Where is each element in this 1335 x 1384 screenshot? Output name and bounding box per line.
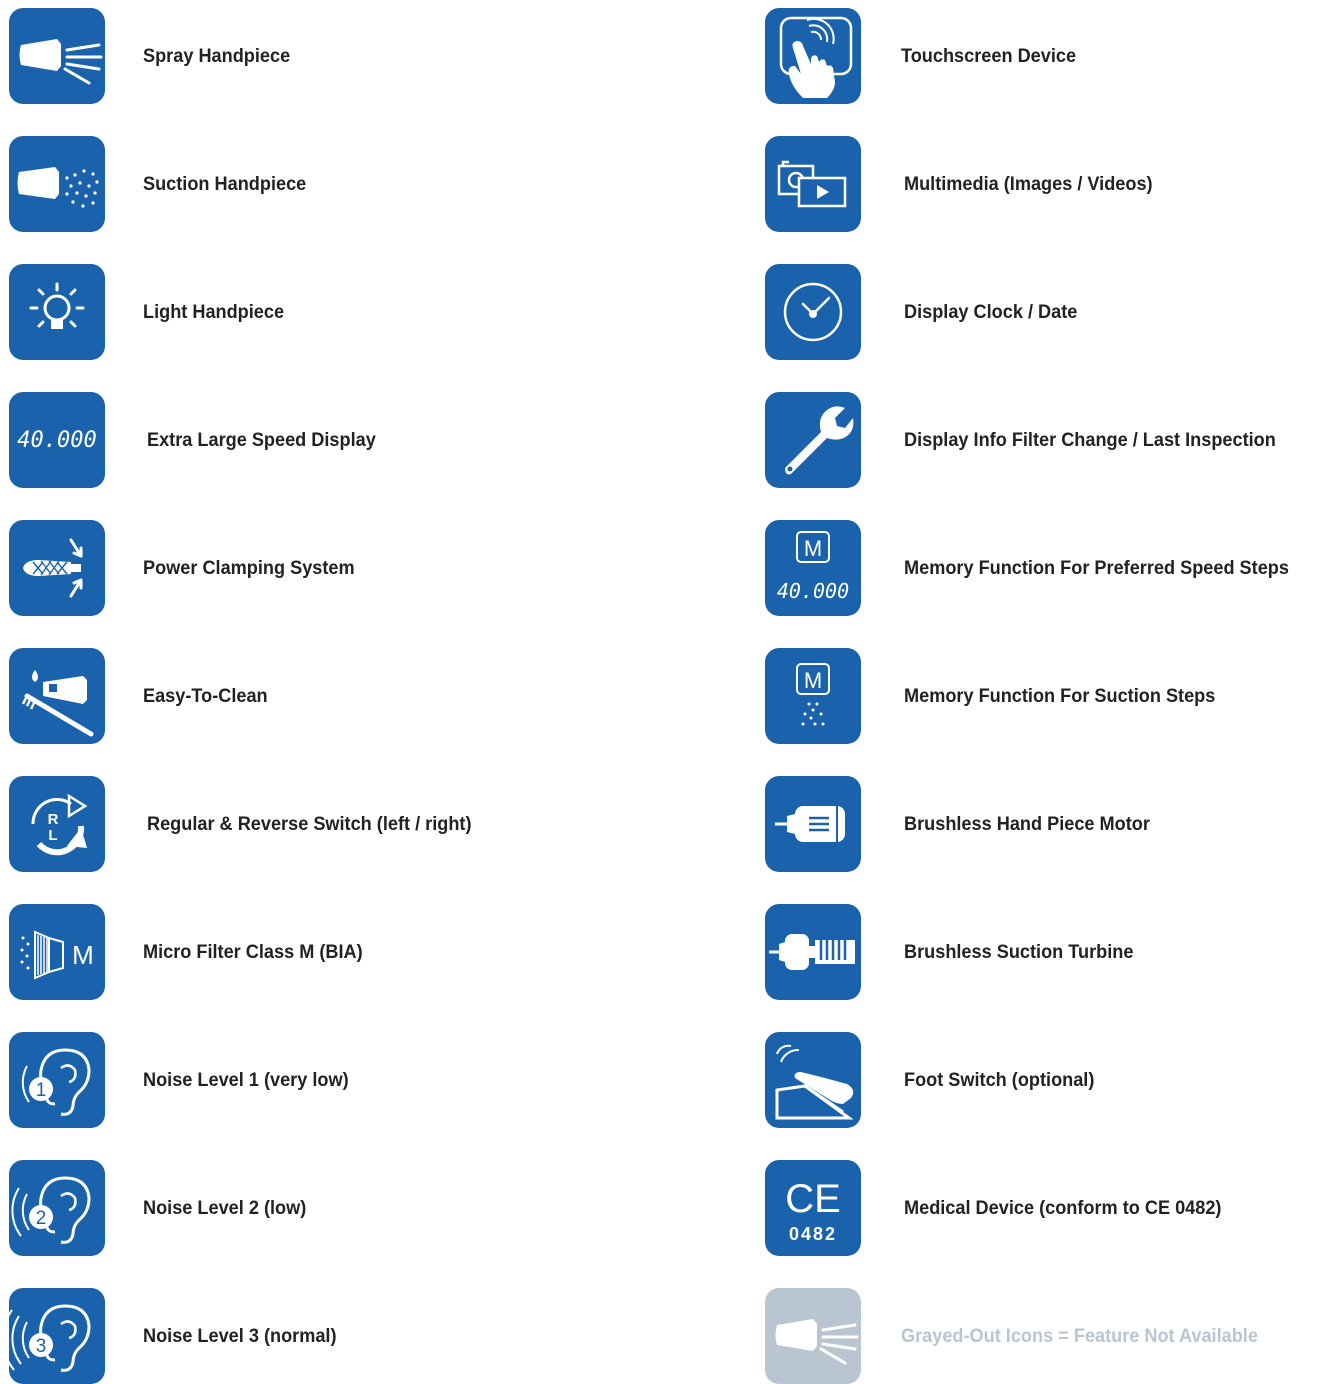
legend-label: Spray Handpiece <box>143 44 291 67</box>
motor-icon <box>765 776 861 872</box>
legend-item-motor: Brushless Hand Piece Motor <box>765 776 1168 872</box>
legend-label: Multimedia (Images / Videos) <box>904 172 1153 195</box>
ce-mark-icon: CE 0482 <box>765 1160 861 1256</box>
ear-icon: 1 <box>9 1032 105 1128</box>
legend-item-reverse-switch: R L Regular & Reverse Switch (left / rig… <box>9 776 496 872</box>
memory-suction-icon: M <box>765 648 861 744</box>
legend-label: Grayed-Out Icons = Feature Not Available <box>901 1324 1258 1347</box>
legend-item-suction-handpiece: Suction Handpiece <box>9 136 319 232</box>
svg-text:40.000: 40.000 <box>777 579 849 603</box>
light-bulb-icon <box>9 264 105 360</box>
legend-item-clock: Display Clock / Date <box>765 264 1090 360</box>
svg-text:M: M <box>804 536 822 561</box>
ear-icon: 2 <box>9 1160 105 1256</box>
foot-switch-icon <box>765 1032 861 1128</box>
svg-text:CE: CE <box>785 1177 841 1221</box>
legend-item-memory-speed: M 40.000 Memory Function For Preferred S… <box>765 520 1318 616</box>
legend-item-filter-info: Display Info Filter Change / Last Inspec… <box>765 392 1304 488</box>
reverse-switch-icon: R L <box>9 776 105 872</box>
multimedia-icon <box>765 136 861 232</box>
legend-item-ce-mark: CE 0482 Medical Device (conform to CE 04… <box>765 1160 1245 1256</box>
legend-label: Regular & Reverse Switch (left / right) <box>147 812 472 835</box>
legend-item-easy-clean: Easy-To-Clean <box>9 648 277 744</box>
legend-item-noise-3: 3 Noise Level 3 (normal) <box>9 1288 351 1384</box>
legend-label: Display Info Filter Change / Last Inspec… <box>904 428 1276 451</box>
legend-label: Brushless Suction Turbine <box>904 940 1134 963</box>
legend-label: Noise Level 2 (low) <box>143 1196 307 1219</box>
easy-clean-icon <box>9 648 105 744</box>
legend-label: Micro Filter Class M (BIA) <box>143 940 363 963</box>
svg-text:40.000: 40.000 <box>17 428 96 453</box>
svg-text:L: L <box>48 827 57 844</box>
legend-item-memory-suction: M Memory Function For Suction Steps <box>765 648 1239 744</box>
legend-item-light-handpiece: Light Handpiece <box>9 264 295 360</box>
speed-display-icon: 40.000 <box>9 392 105 488</box>
svg-text:1: 1 <box>36 1080 47 1101</box>
legend-label: Power Clamping System <box>143 556 355 579</box>
svg-text:M: M <box>72 940 94 970</box>
clamping-icon <box>9 520 105 616</box>
legend-item-micro-filter: M Micro Filter Class M (BIA) <box>9 904 379 1000</box>
legend-item-grayed-out-note: Grayed-Out Icons = Feature Not Available <box>765 1288 1285 1384</box>
legend-label: Suction Handpiece <box>143 172 307 195</box>
micro-filter-icon: M <box>9 904 105 1000</box>
legend-item-spray-handpiece: Spray Handpiece <box>9 8 301 104</box>
legend-item-power-clamping: Power Clamping System <box>9 520 371 616</box>
svg-text:R: R <box>48 811 59 828</box>
svg-text:0482: 0482 <box>789 1224 837 1244</box>
legend-label: Display Clock / Date <box>904 300 1078 323</box>
legend-label: Medical Device (conform to CE 0482) <box>904 1196 1222 1219</box>
legend-label: Memory Function For Suction Steps <box>904 684 1216 707</box>
legend-label: Extra Large Speed Display <box>147 428 376 451</box>
legend-item-multimedia: Multimedia (Images / Videos) <box>765 136 1171 232</box>
legend-label: Memory Function For Preferred Speed Step… <box>904 556 1289 579</box>
legend-item-noise-1: 1 Noise Level 1 (very low) <box>9 1032 364 1128</box>
legend-label: Noise Level 1 (very low) <box>143 1068 349 1091</box>
legend-item-foot-switch: Foot Switch (optional) <box>765 1032 1109 1128</box>
legend-item-noise-2: 2 Noise Level 2 (low) <box>9 1160 319 1256</box>
legend-label: Noise Level 3 (normal) <box>143 1324 337 1347</box>
ear-icon: 3 <box>9 1288 105 1384</box>
clock-icon <box>765 264 861 360</box>
legend-label: Easy-To-Clean <box>143 684 268 707</box>
svg-text:2: 2 <box>36 1208 47 1229</box>
spray-handpiece-icon <box>9 8 105 104</box>
legend-item-speed-display: 40.000 Extra Large Speed Display <box>9 392 393 488</box>
legend-label: Touchscreen Device <box>901 44 1077 67</box>
turbine-icon <box>765 904 861 1000</box>
spray-handpiece-icon <box>765 1288 861 1384</box>
suction-handpiece-icon <box>9 136 105 232</box>
memory-speed-icon: M 40.000 <box>765 520 861 616</box>
legend-label: Brushless Hand Piece Motor <box>904 812 1150 835</box>
wrench-icon <box>765 392 861 488</box>
legend-item-touchscreen: Touchscreen Device <box>765 8 1089 104</box>
touchscreen-icon <box>765 8 861 104</box>
legend-item-turbine: Brushless Suction Turbine <box>765 904 1151 1000</box>
legend-label: Light Handpiece <box>143 300 285 323</box>
svg-text:M: M <box>804 668 822 693</box>
legend-label: Foot Switch (optional) <box>904 1068 1095 1091</box>
svg-text:3: 3 <box>36 1336 47 1357</box>
